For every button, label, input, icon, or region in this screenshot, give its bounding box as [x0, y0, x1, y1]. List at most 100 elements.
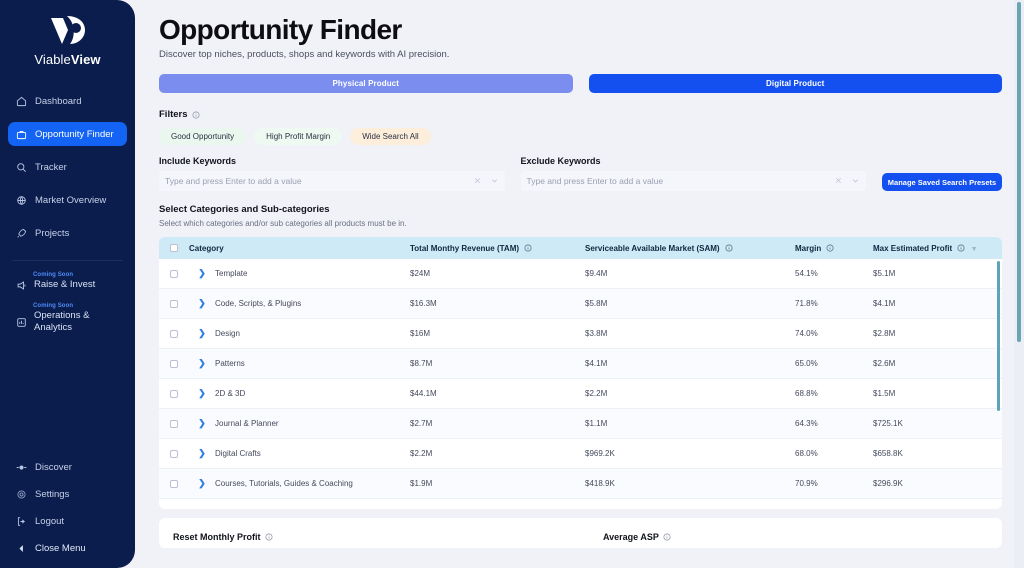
cell-sam: $3.8M [585, 329, 608, 338]
info-icon[interactable] [265, 533, 273, 541]
cell-category: Code, Scripts, & Plugins [215, 299, 302, 308]
categories-section-title: Select Categories and Sub-categories [159, 204, 330, 215]
main-content: Opportunity Finder Discover top niches, … [135, 0, 1024, 568]
column-header-margin[interactable]: Margin [795, 244, 873, 253]
page-title: Opportunity Finder [159, 14, 402, 45]
cell-margin: 68.0% [795, 449, 818, 458]
physical-product-button[interactable]: Physical Product [159, 74, 573, 93]
row-checkbox[interactable] [159, 449, 189, 458]
cell-category: 2D & 3D [215, 389, 246, 398]
page-scrollbar-thumb[interactable] [1017, 2, 1021, 342]
row-checkbox[interactable] [159, 419, 189, 428]
table-scrollbar[interactable] [997, 261, 1000, 411]
home-icon [16, 96, 27, 107]
table-row[interactable]: ❯ Design $16M $3.8M 74.0% $2.8M [159, 319, 1002, 349]
table-body: ❯ Template $24M $9.4M 54.1% $5.1M ❯ Code, Scrip… [159, 259, 1002, 509]
sidebar-item-operations-analytics[interactable]: Coming Soon Operations & Analytics [0, 302, 135, 334]
filter-chip-wide-search-all[interactable]: Wide Search All [350, 128, 431, 145]
cell-category: Journal & Planner [215, 419, 279, 428]
sidebar-item-discover[interactable]: Discover [16, 462, 119, 473]
row-checkbox[interactable] [159, 479, 189, 488]
sidebar-item-dashboard[interactable]: Dashboard [8, 89, 127, 113]
info-icon[interactable] [957, 244, 965, 252]
sort-descending-icon[interactable]: ▼ [971, 246, 978, 253]
keywords-row: Include Keywords Type and press Enter to… [159, 156, 1002, 191]
column-header-category[interactable]: Category [189, 244, 410, 253]
cell-margin: 68.8% [795, 389, 818, 398]
cell-margin: 71.8% [795, 299, 818, 308]
digital-product-button[interactable]: Digital Product [588, 74, 1002, 93]
sidebar-item-opportunity-finder[interactable]: Opportunity Finder [8, 122, 127, 146]
row-checkbox[interactable] [159, 329, 189, 338]
cell-category: Template [215, 269, 248, 278]
table-row[interactable]: ❯ Journal & Planner $2.7M $1.1M 64.3% $725.1K [159, 409, 1002, 439]
table-row[interactable]: ❯ Patterns $8.7M $4.1M 65.0% $2.6M [159, 349, 1002, 379]
chevron-down-icon[interactable] [851, 176, 860, 187]
chevron-down-icon[interactable] [490, 176, 499, 187]
product-type-toggle: Physical Product Digital Product [159, 74, 1002, 93]
sidebar-item-projects[interactable]: Projects [8, 221, 127, 245]
table-row[interactable]: ❯ Courses, Tutorials, Guides & Coaching $1… [159, 469, 1002, 499]
column-header-max-estimated-profit[interactable]: Max Estimated Profit ▼ [873, 244, 1002, 253]
column-header-sam[interactable]: Serviceable Available Market (SAM) [585, 244, 795, 253]
sidebar-item-logout[interactable]: Logout [16, 516, 119, 527]
row-checkbox[interactable] [159, 389, 189, 398]
sidebar-item-settings[interactable]: Settings [16, 489, 119, 500]
categories-section-subtitle: Select which categories and/or sub categ… [159, 219, 407, 228]
sidebar-item-tracker[interactable]: Tracker [8, 155, 127, 179]
expand-row-chevron-icon[interactable]: ❯ [189, 479, 215, 488]
sidebar-item-raise-invest[interactable]: Coming Soon Raise & Invest [0, 271, 135, 291]
filter-chip-good-opportunity[interactable]: Good Opportunity [159, 128, 247, 145]
filter-chip-high-profit-margin[interactable]: High Profit Margin [254, 128, 343, 145]
row-checkbox[interactable] [159, 269, 189, 278]
expand-row-chevron-icon[interactable]: ❯ [189, 299, 215, 308]
chevron-left-icon [16, 543, 27, 554]
info-icon[interactable] [663, 533, 671, 541]
include-keywords-label: Include Keywords [159, 156, 237, 166]
table-row[interactable]: ❯ 2D & 3D $44.1M $2.2M 68.8% $1.5M [159, 379, 1002, 409]
include-keywords-input[interactable]: Type and press Enter to add a value [159, 171, 505, 191]
info-icon[interactable] [524, 244, 532, 252]
exclude-keywords-placeholder: Type and press Enter to add a value [526, 176, 664, 186]
cell-sam: $9.4M [585, 269, 608, 278]
clear-icon[interactable] [473, 176, 482, 187]
expand-row-chevron-icon[interactable]: ❯ [189, 269, 215, 278]
table-row[interactable]: ❯ Code, Scripts, & Plugins $16.3M $5.8M 71.8… [159, 289, 1002, 319]
page-subtitle: Discover top niches, products, shops and… [159, 49, 450, 60]
brand-name-light: Viable [34, 52, 71, 67]
column-header-tam[interactable]: Total Monthy Revenue (TAM) [410, 244, 585, 253]
briefcase-icon [16, 129, 27, 140]
search-icon [16, 162, 27, 173]
brand-logo[interactable]: ViableView [0, 0, 135, 73]
info-icon[interactable] [192, 110, 200, 119]
expand-row-chevron-icon[interactable]: ❯ [189, 329, 215, 338]
select-all-checkbox[interactable] [159, 244, 189, 252]
row-checkbox[interactable] [159, 359, 189, 368]
average-asp-label: Average ASP [603, 526, 988, 548]
cell-margin: 54.1% [795, 269, 818, 278]
cell-category: Courses, Tutorials, Guides & Coaching [215, 479, 353, 488]
expand-row-chevron-icon[interactable]: ❯ [189, 359, 215, 368]
table-row[interactable]: ❯ Digital Crafts $2.2M $969.2K 68.0% $658.8K [159, 439, 1002, 469]
info-icon[interactable] [826, 244, 834, 252]
expand-row-chevron-icon[interactable]: ❯ [189, 449, 215, 458]
manage-saved-search-presets-button[interactable]: Manage Saved Search Presets [882, 173, 1002, 191]
expand-row-chevron-icon[interactable]: ❯ [189, 389, 215, 398]
table-row[interactable]: ❯Drawing & Painting$1.1M$417K69.0%$287.8… [159, 499, 1002, 509]
filters-text: Filters [159, 109, 188, 120]
clear-icon[interactable] [834, 176, 843, 187]
close-menu-button[interactable]: Close Menu [16, 543, 119, 554]
column-header-profit-label: Max Estimated Profit [873, 243, 953, 253]
exclude-keywords-input[interactable]: Type and press Enter to add a value [520, 171, 866, 191]
table-row[interactable]: ❯ Template $24M $9.4M 54.1% $5.1M [159, 259, 1002, 289]
globe-icon [16, 195, 27, 206]
logout-icon [16, 516, 27, 527]
row-checkbox[interactable] [159, 299, 189, 308]
sidebar-bottom-nav: Discover Settings Logout Close Menu [0, 462, 135, 554]
sidebar-item-label: Tracker [35, 161, 67, 173]
info-icon[interactable] [725, 244, 733, 252]
cell-sam: $2.2M [585, 389, 608, 398]
app-root: ViableView Dashboard Opportunity Finder … [0, 0, 1024, 568]
sidebar-item-market-overview[interactable]: Market Overview [8, 188, 127, 212]
expand-row-chevron-icon[interactable]: ❯ [189, 419, 215, 428]
